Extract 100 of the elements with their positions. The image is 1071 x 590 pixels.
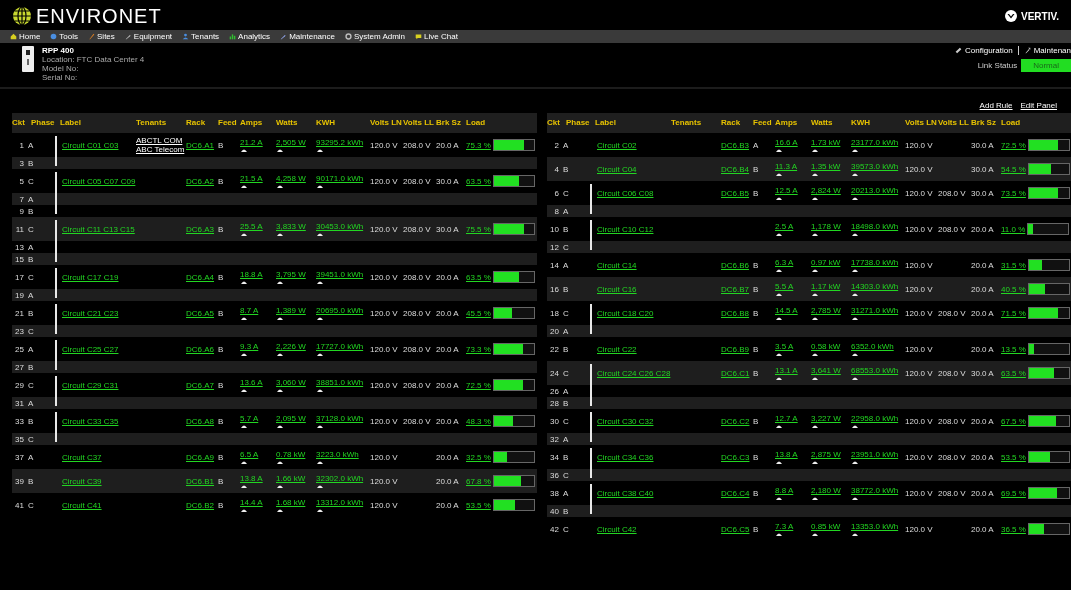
watts-value[interactable]: 2,824 W	[811, 186, 841, 195]
kwh-value[interactable]: 22958.0 kWh	[851, 414, 899, 423]
circuit-label-link[interactable]: Circuit C11 C13 C15	[62, 224, 135, 234]
load-percent[interactable]: 72.5 %	[466, 380, 491, 390]
load-percent[interactable]: 75.5 %	[466, 224, 491, 234]
watts-value[interactable]: 3,795 W	[276, 270, 306, 279]
load-percent[interactable]: 11.0 %	[1001, 224, 1026, 234]
rack-link[interactable]: DC6.C3	[721, 452, 750, 462]
watts-value[interactable]: 1.35 kW	[811, 162, 841, 171]
amps-value[interactable]: 7.3 A	[775, 522, 794, 531]
circuit-label-link[interactable]: Circuit C24 C26 C28	[597, 368, 671, 378]
amps-value[interactable]: 2.5 A	[775, 222, 794, 231]
nav-item[interactable]: Tools	[50, 32, 79, 41]
load-percent[interactable]: 69.5 %	[1001, 488, 1026, 498]
rack-link[interactable]: DC6.B9	[721, 344, 749, 354]
kwh-value[interactable]: 17738.0 kWh	[851, 258, 899, 267]
nav-item[interactable]: Equipment	[124, 32, 173, 41]
watts-value[interactable]: 2,095 W	[276, 414, 306, 423]
kwh-value[interactable]: 37128.0 kWh	[316, 414, 364, 423]
tenant-link[interactable]: ABCTL COM ABC Telecom	[136, 136, 186, 154]
circuit-label-link[interactable]: Circuit C38 C40	[597, 488, 654, 498]
rack-link[interactable]: DC6.B1	[186, 476, 214, 486]
watts-value[interactable]: 1.68 kW	[276, 498, 306, 507]
watts-value[interactable]: 2,226 W	[276, 342, 306, 351]
amps-value[interactable]: 5.5 A	[775, 282, 794, 291]
circuit-label-link[interactable]: Circuit C34 C36	[597, 452, 654, 462]
circuit-label-link[interactable]: Circuit C17 C19	[62, 272, 119, 282]
amps-value[interactable]: 16.6 A	[775, 138, 798, 147]
amps-value[interactable]: 14.5 A	[775, 306, 798, 315]
nav-item[interactable]: Analytics	[229, 32, 271, 41]
kwh-value[interactable]: 23177.0 kWh	[851, 138, 899, 147]
rack-link[interactable]: DC6.A5	[186, 308, 214, 318]
watts-value[interactable]: 3,641 W	[811, 366, 841, 375]
amps-value[interactable]: 11.3 A	[775, 162, 798, 171]
circuit-label-link[interactable]: Circuit C39	[62, 476, 102, 486]
load-percent[interactable]: 67.8 %	[466, 476, 491, 486]
rack-link[interactable]: DC6.A1	[186, 140, 214, 150]
watts-value[interactable]: 1.73 kW	[811, 138, 841, 147]
nav-item[interactable]: System Admin	[344, 32, 406, 41]
nav-item[interactable]: Tenants	[182, 32, 220, 41]
nav-item[interactable]: Maintenance	[280, 32, 335, 41]
amps-value[interactable]: 3.5 A	[775, 342, 794, 351]
amps-value[interactable]: 5.7 A	[240, 414, 259, 423]
nav-item[interactable]: Live Chat	[415, 32, 458, 41]
amps-value[interactable]: 9.3 A	[240, 342, 259, 351]
load-percent[interactable]: 31.5 %	[1001, 260, 1026, 270]
rack-link[interactable]: DC6.C4	[721, 488, 750, 498]
rack-link[interactable]: DC6.C1	[721, 368, 750, 378]
watts-value[interactable]: 0.85 kW	[811, 522, 841, 531]
action-link[interactable]: Add Rule	[979, 101, 1013, 110]
circuit-label-link[interactable]: Circuit C02	[597, 140, 637, 150]
load-percent[interactable]: 32.5 %	[466, 452, 491, 462]
circuit-label-link[interactable]: Circuit C01 C03	[62, 140, 119, 150]
circuit-label-link[interactable]: Circuit C22	[597, 344, 637, 354]
rack-link[interactable]: DC6.A2	[186, 176, 214, 186]
circuit-label-link[interactable]: Circuit C25 C27	[62, 344, 119, 354]
amps-value[interactable]: 13.1 A	[775, 366, 798, 375]
kwh-value[interactable]: 93295.2 kWh	[316, 138, 364, 147]
kwh-value[interactable]: 20695.0 kWh	[316, 306, 364, 315]
rack-link[interactable]: DC6.A4	[186, 272, 214, 282]
circuit-label-link[interactable]: Circuit C21 C23	[62, 308, 119, 318]
watts-value[interactable]: 2,785 W	[811, 306, 841, 315]
load-percent[interactable]: 73.3 %	[466, 344, 491, 354]
rack-link[interactable]: DC6.B3	[721, 140, 749, 150]
watts-value[interactable]: 2,875 W	[811, 450, 841, 459]
watts-value[interactable]: 3,833 W	[276, 222, 306, 231]
rack-link[interactable]: DC6.B5	[721, 188, 749, 198]
amps-value[interactable]: 21.5 A	[240, 174, 263, 183]
load-percent[interactable]: 72.5 %	[1001, 140, 1026, 150]
amps-value[interactable]: 14.4 A	[240, 498, 263, 507]
amps-value[interactable]: 6.3 A	[775, 258, 794, 267]
rack-link[interactable]: DC6.A6	[186, 344, 214, 354]
load-percent[interactable]: 75.3 %	[466, 140, 491, 150]
load-percent[interactable]: 36.5 %	[1001, 524, 1026, 534]
watts-value[interactable]: 3,227 W	[811, 414, 841, 423]
amps-value[interactable]: 6.5 A	[240, 450, 259, 459]
watts-value[interactable]: 4,258 W	[276, 174, 306, 183]
load-percent[interactable]: 63.5 %	[466, 272, 491, 282]
load-percent[interactable]: 54.5 %	[1001, 164, 1026, 174]
nav-item[interactable]: Sites	[88, 32, 115, 41]
kwh-value[interactable]: 13353.0 kWh	[851, 522, 899, 531]
kwh-value[interactable]: 30453.0 kWh	[316, 222, 364, 231]
configuration-link[interactable]: Configuration	[965, 46, 1013, 55]
kwh-value[interactable]: 39573.0 kWh	[851, 162, 899, 171]
load-percent[interactable]: 53.5 %	[466, 500, 491, 510]
load-percent[interactable]: 45.5 %	[466, 308, 491, 318]
amps-value[interactable]: 25.5 A	[240, 222, 263, 231]
watts-value[interactable]: 0.58 kW	[811, 342, 841, 351]
load-percent[interactable]: 53.5 %	[1001, 452, 1026, 462]
circuit-label-link[interactable]: Circuit C16	[597, 284, 637, 294]
circuit-label-link[interactable]: Circuit C29 C31	[62, 380, 119, 390]
rack-link[interactable]: DC6.B4	[721, 164, 749, 174]
rack-link[interactable]: DC6.A3	[186, 224, 214, 234]
load-percent[interactable]: 63.5 %	[466, 176, 491, 186]
kwh-value[interactable]: 68553.0 kWh	[851, 366, 899, 375]
amps-value[interactable]: 8.8 A	[775, 486, 794, 495]
kwh-value[interactable]: 39451.0 kWh	[316, 270, 364, 279]
kwh-value[interactable]: 38772.0 kWh	[851, 486, 899, 495]
kwh-value[interactable]: 20213.0 kWh	[851, 186, 899, 195]
circuit-label-link[interactable]: Circuit C06 C08	[597, 188, 654, 198]
